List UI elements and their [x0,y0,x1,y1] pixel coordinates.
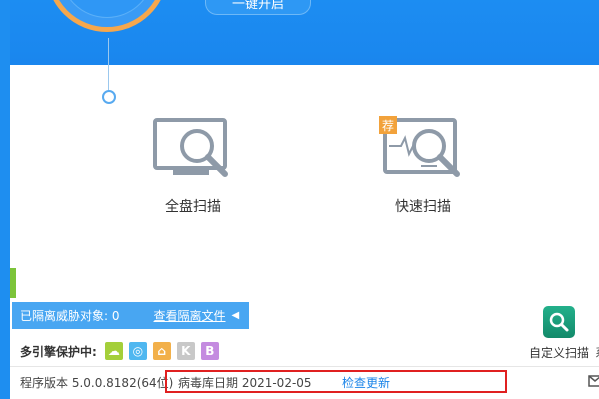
quick-scan-icon: 荐 [379,116,460,177]
custom-scan-icon [543,306,575,338]
quarantine-bar: 已隔离威胁对象: 0 查看隔离文件 ◀ [12,302,249,329]
custom-scan-button[interactable]: 自定义扫描 [524,306,594,361]
header-banner: 一键开启 [10,0,599,65]
k-engine-icon[interactable]: K [176,342,195,360]
engine-label: 多引擎保护中: [20,344,97,359]
full-scan-button[interactable]: 全盘扫描 [138,116,248,216]
collapse-arrow-icon[interactable]: ◀ [232,310,240,321]
engine-protection-row: 多引擎保护中: ☁ ◎ ⌂ K B [20,340,225,362]
timeline-line [108,38,109,92]
quick-scan-label: 快速扫描 [395,199,451,215]
protection-status-circle[interactable] [46,0,168,32]
status-footer: 程序版本 5.0.0.8182(64位) 病毒库日期 2021-02-05 检查… [10,367,599,399]
message-icon[interactable] [588,375,599,387]
engine-icon-list: ☁ ◎ ⌂ K B [104,342,225,360]
ai-engine-icon[interactable]: ⌂ [152,342,171,360]
antivirus-window: 一键开启 全盘扫描 荐 快速扫描 已隔离威胁对象: 0 查看隔离文件 ◀ 多引擎… [10,0,599,399]
quarantine-count: 已隔离威胁对象: 0 [20,309,120,323]
custom-scan-label: 自定义扫描 [528,346,589,360]
timeline-dot [102,90,116,104]
program-version: 程序版本 5.0.0.8182(64位) [20,376,174,390]
check-update-link[interactable]: 检查更新 [342,374,390,391]
system-repair-label-cut[interactable]: 系 [595,344,599,361]
full-scan-icon [153,118,228,177]
side-green-tab[interactable] [10,268,16,298]
full-scan-label: 全盘扫描 [165,199,221,215]
cloud-engine-icon[interactable]: ☁ [104,342,123,360]
quick-scan-button[interactable]: 荐 快速扫描 [368,116,478,216]
b-engine-icon[interactable]: B [200,342,219,360]
recommend-badge: 荐 [382,119,394,133]
onekey-enable-button[interactable]: 一键开启 [205,0,311,15]
view-quarantine-link[interactable]: 查看隔离文件 [154,307,226,324]
virus-db-date: 病毒库日期 2021-02-05 [178,376,312,390]
desktop-edge [0,0,10,399]
qvm-engine-icon[interactable]: ◎ [128,342,147,360]
